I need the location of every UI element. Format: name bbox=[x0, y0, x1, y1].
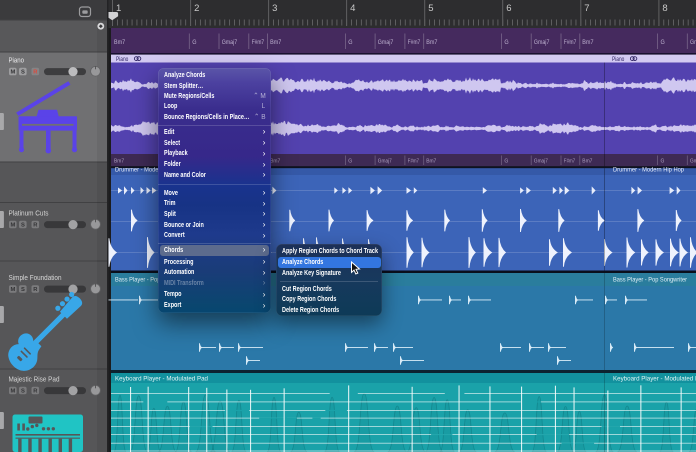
svg-text:M: M bbox=[10, 287, 15, 293]
svg-text:5: 5 bbox=[428, 3, 433, 14]
svg-text:2: 2 bbox=[194, 3, 199, 14]
svg-text:F#m7: F#m7 bbox=[252, 39, 265, 46]
svg-text:Bm7: Bm7 bbox=[582, 39, 594, 46]
svg-text:G: G bbox=[192, 39, 196, 46]
svg-text:7: 7 bbox=[584, 3, 589, 14]
svg-text:Bass Player - Pop Songwriter: Bass Player - Pop Songwriter bbox=[613, 277, 688, 284]
svg-text:G: G bbox=[661, 159, 665, 165]
svg-text:Gmaj7: Gmaj7 bbox=[378, 39, 394, 46]
svg-text:Platinum Cuts: Platinum Cuts bbox=[9, 209, 49, 218]
svg-text:M: M bbox=[10, 70, 15, 76]
svg-text:S: S bbox=[21, 389, 25, 395]
svg-text:Piano: Piano bbox=[116, 56, 129, 63]
svg-text:M: M bbox=[10, 223, 15, 229]
svg-text:G: G bbox=[348, 39, 352, 46]
svg-text:Gmaj7: Gmaj7 bbox=[690, 159, 696, 165]
svg-text:3: 3 bbox=[272, 3, 277, 14]
svg-text:M: M bbox=[10, 389, 15, 395]
svg-text:Bm7: Bm7 bbox=[582, 159, 592, 165]
svg-text:Bm7: Bm7 bbox=[270, 39, 282, 46]
svg-text:Gmaj7: Gmaj7 bbox=[534, 39, 550, 46]
svg-text:Bm7: Bm7 bbox=[426, 39, 438, 46]
svg-text:F#m7: F#m7 bbox=[564, 39, 577, 46]
svg-text:Bm7: Bm7 bbox=[270, 159, 280, 165]
svg-text:G: G bbox=[348, 159, 352, 165]
svg-text:G: G bbox=[504, 159, 508, 165]
svg-text:Bm7: Bm7 bbox=[426, 159, 436, 165]
svg-text:F#m7: F#m7 bbox=[564, 159, 575, 165]
svg-text:Keyboard Player - Modulated Pa: Keyboard Player - Modulated Pad bbox=[613, 375, 696, 382]
svg-text:G: G bbox=[661, 39, 665, 46]
svg-text:G: G bbox=[504, 39, 508, 46]
svg-text:Gmaj7: Gmaj7 bbox=[378, 159, 392, 165]
svg-text:S: S bbox=[21, 223, 25, 229]
svg-text:S: S bbox=[21, 70, 25, 76]
svg-text:Drummer - Modern Hip Hop: Drummer - Modern Hip Hop bbox=[613, 166, 684, 173]
svg-text:Gmaj7: Gmaj7 bbox=[222, 39, 238, 46]
svg-text:F#m7: F#m7 bbox=[408, 39, 421, 46]
svg-text:Gmaj7: Gmaj7 bbox=[534, 159, 548, 165]
svg-text:Keyboard Player - Modulated Pa: Keyboard Player - Modulated Pad bbox=[115, 375, 208, 382]
svg-text:F#m7: F#m7 bbox=[408, 159, 419, 165]
svg-text:Majestic Rise Pad: Majestic Rise Pad bbox=[9, 375, 60, 384]
svg-text:Piano: Piano bbox=[9, 56, 25, 65]
svg-text:S: S bbox=[21, 287, 25, 293]
svg-text:4: 4 bbox=[350, 3, 355, 14]
svg-text:Piano: Piano bbox=[612, 56, 625, 63]
svg-text:Bm7: Bm7 bbox=[114, 39, 126, 46]
svg-text:6: 6 bbox=[506, 3, 511, 14]
svg-text:Bm7: Bm7 bbox=[114, 159, 124, 165]
svg-text:Gmaj7: Gmaj7 bbox=[690, 39, 696, 46]
svg-text:Simple Foundation: Simple Foundation bbox=[9, 273, 62, 282]
svg-text:8: 8 bbox=[662, 3, 667, 14]
